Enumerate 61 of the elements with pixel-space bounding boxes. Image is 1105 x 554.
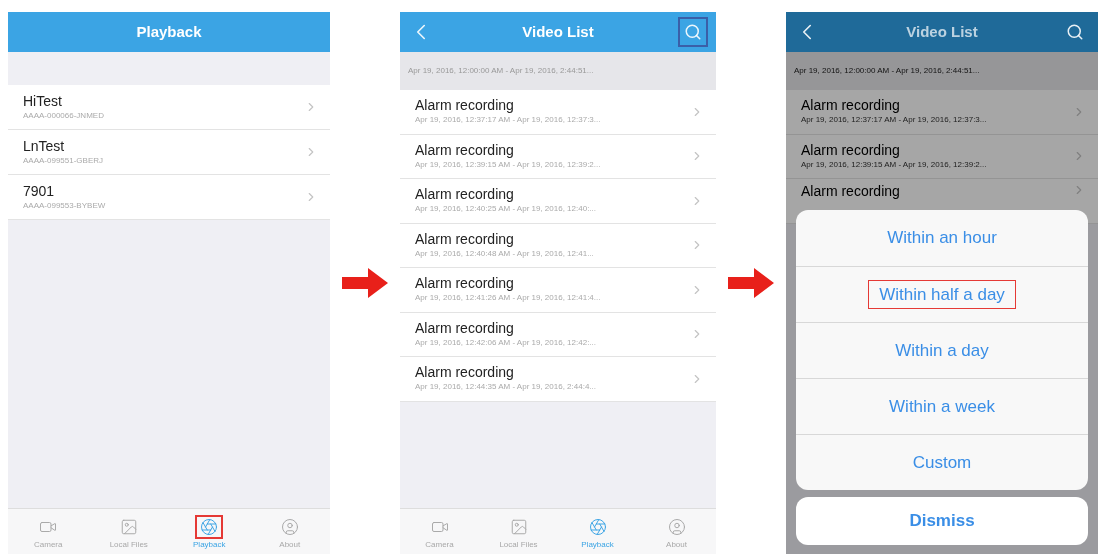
device-row[interactable]: LnTest AAAA-099551-GBERJ: [8, 130, 330, 175]
device-serial: AAAA-099551-GBERJ: [23, 154, 105, 167]
recording-time: Apr 19, 2016, 12:37:17 AM - Apr 19, 2016, 12:37:3...: [415, 114, 602, 127]
date-range: Apr 19, 2016, 12:00:00 AM - Apr 19, 2016, 2:44:51...: [794, 65, 980, 77]
recording-title: Alarm recording: [415, 319, 515, 337]
recording-row[interactable]: Alarm recording Apr 19, 2016, 12:37:17 AM - Apr 19, 2016, 12:37:3...: [400, 90, 716, 135]
sheet-option[interactable]: Within a week: [878, 391, 1006, 422]
recording-time: Apr 19, 2016, 12:41:26 AM - Apr 19, 2016, 12:41:4...: [415, 292, 602, 305]
tab[interactable]: About: [637, 509, 716, 554]
nav-title: Video List: [905, 21, 979, 42]
recording-row[interactable]: Alarm recording Apr 19, 2016, 12:41:26 AM - Apr 19, 2016, 12:41:4...: [400, 268, 716, 313]
device-name: 7901: [23, 182, 56, 200]
recording-title: Alarm recording: [801, 141, 901, 159]
recording-row[interactable]: Alarm recording Apr 19, 2016, 12:39:15 AM - Apr 19, 2016, 12:39:2...: [400, 134, 716, 179]
nav-title: Video List: [521, 21, 595, 42]
recording-title: Alarm recording: [801, 97, 901, 115]
recording-time: Apr 19, 2016, 12:39:15 AM - Apr 19, 2016, 12:39:2...: [415, 158, 602, 171]
tab[interactable]: Local Files: [88, 509, 169, 554]
recording-title: Alarm recording: [415, 364, 515, 382]
recording-title: Alarm recording: [415, 186, 515, 204]
sheet-option[interactable]: Within a day: [884, 335, 1000, 366]
device-name: LnTest: [23, 137, 66, 155]
recording-title: Alarm recording: [415, 230, 515, 248]
sheet-option[interactable]: Within an hour: [876, 223, 1008, 253]
search-icon: [1066, 23, 1084, 41]
tab[interactable]: Camera: [8, 509, 89, 554]
recording-title: Alarm recording: [801, 183, 901, 200]
recording-time: Apr 19, 2016, 12:42:06 AM - Apr 19, 2016, 12:42:...: [415, 336, 597, 349]
recording-time: Apr 19, 2016, 12:37:17 AM - Apr 19, 2016, 12:37:3...: [801, 114, 988, 127]
device-serial: AAAA-000066-JNMED: [23, 109, 105, 122]
sheet-option[interactable]: Within half a day: [868, 279, 1016, 310]
search-icon: [684, 23, 702, 41]
dismiss-button[interactable]: Dismiss: [796, 497, 1088, 545]
tab[interactable]: Local Files: [479, 509, 558, 554]
device-name: HiTest: [23, 92, 63, 110]
tab[interactable]: Playback: [169, 509, 250, 554]
device-row[interactable]: 7901 AAAA-099553-BYBEW: [8, 175, 330, 220]
search-button[interactable]: [678, 17, 708, 47]
recording-row[interactable]: Alarm recording Apr 19, 2016, 12:44:35 AM - Apr 19, 2016, 2:44:4...: [400, 357, 716, 402]
arrow-icon: [342, 268, 388, 298]
recording-row[interactable]: Alarm recording Apr 19, 2016, 12:42:06 AM - Apr 19, 2016, 12:42:...: [400, 312, 716, 357]
recording-time: Apr 19, 2016, 12:40:48 AM - Apr 19, 2016, 12:41...: [415, 247, 595, 260]
nav-title: Playback: [135, 21, 203, 42]
device-row[interactable]: HiTest AAAA-000066-JNMED: [8, 85, 330, 130]
recording-title: Alarm recording: [415, 97, 515, 115]
tab[interactable]: Camera: [400, 509, 479, 554]
recording-row[interactable]: Alarm recording Apr 19, 2016, 12:39:15 AM - Apr 19, 2016, 12:39:2...: [786, 134, 1098, 179]
sheet-option[interactable]: Custom: [901, 447, 983, 478]
recording-time: Apr 19, 2016, 12:40:25 AM - Apr 19, 2016, 12:40:...: [415, 203, 597, 216]
arrow-icon: [728, 268, 774, 298]
tab[interactable]: About: [249, 509, 330, 554]
recording-row[interactable]: Alarm recording Apr 19, 2016, 12:40:25 AM - Apr 19, 2016, 12:40:...: [400, 179, 716, 224]
date-range: Apr 19, 2016, 12:00:00 AM - Apr 19, 2016, 2:44:51...: [408, 65, 594, 77]
recording-time: Apr 19, 2016, 12:44:35 AM - Apr 19, 2016, 2:44:4...: [415, 381, 597, 394]
recording-row[interactable]: Alarm recording Apr 19, 2016, 12:40:48 AM - Apr 19, 2016, 12:41...: [400, 223, 716, 268]
recording-time: Apr 19, 2016, 12:39:15 AM - Apr 19, 2016, 12:39:2...: [801, 158, 988, 171]
recording-row[interactable]: Alarm recording Apr 19, 2016, 12:37:17 AM - Apr 19, 2016, 12:37:3...: [786, 90, 1098, 135]
recording-title: Alarm recording: [415, 275, 515, 293]
tab[interactable]: Playback: [558, 509, 637, 554]
device-serial: AAAA-099553-BYBEW: [23, 199, 107, 212]
recording-title: Alarm recording: [415, 141, 515, 159]
